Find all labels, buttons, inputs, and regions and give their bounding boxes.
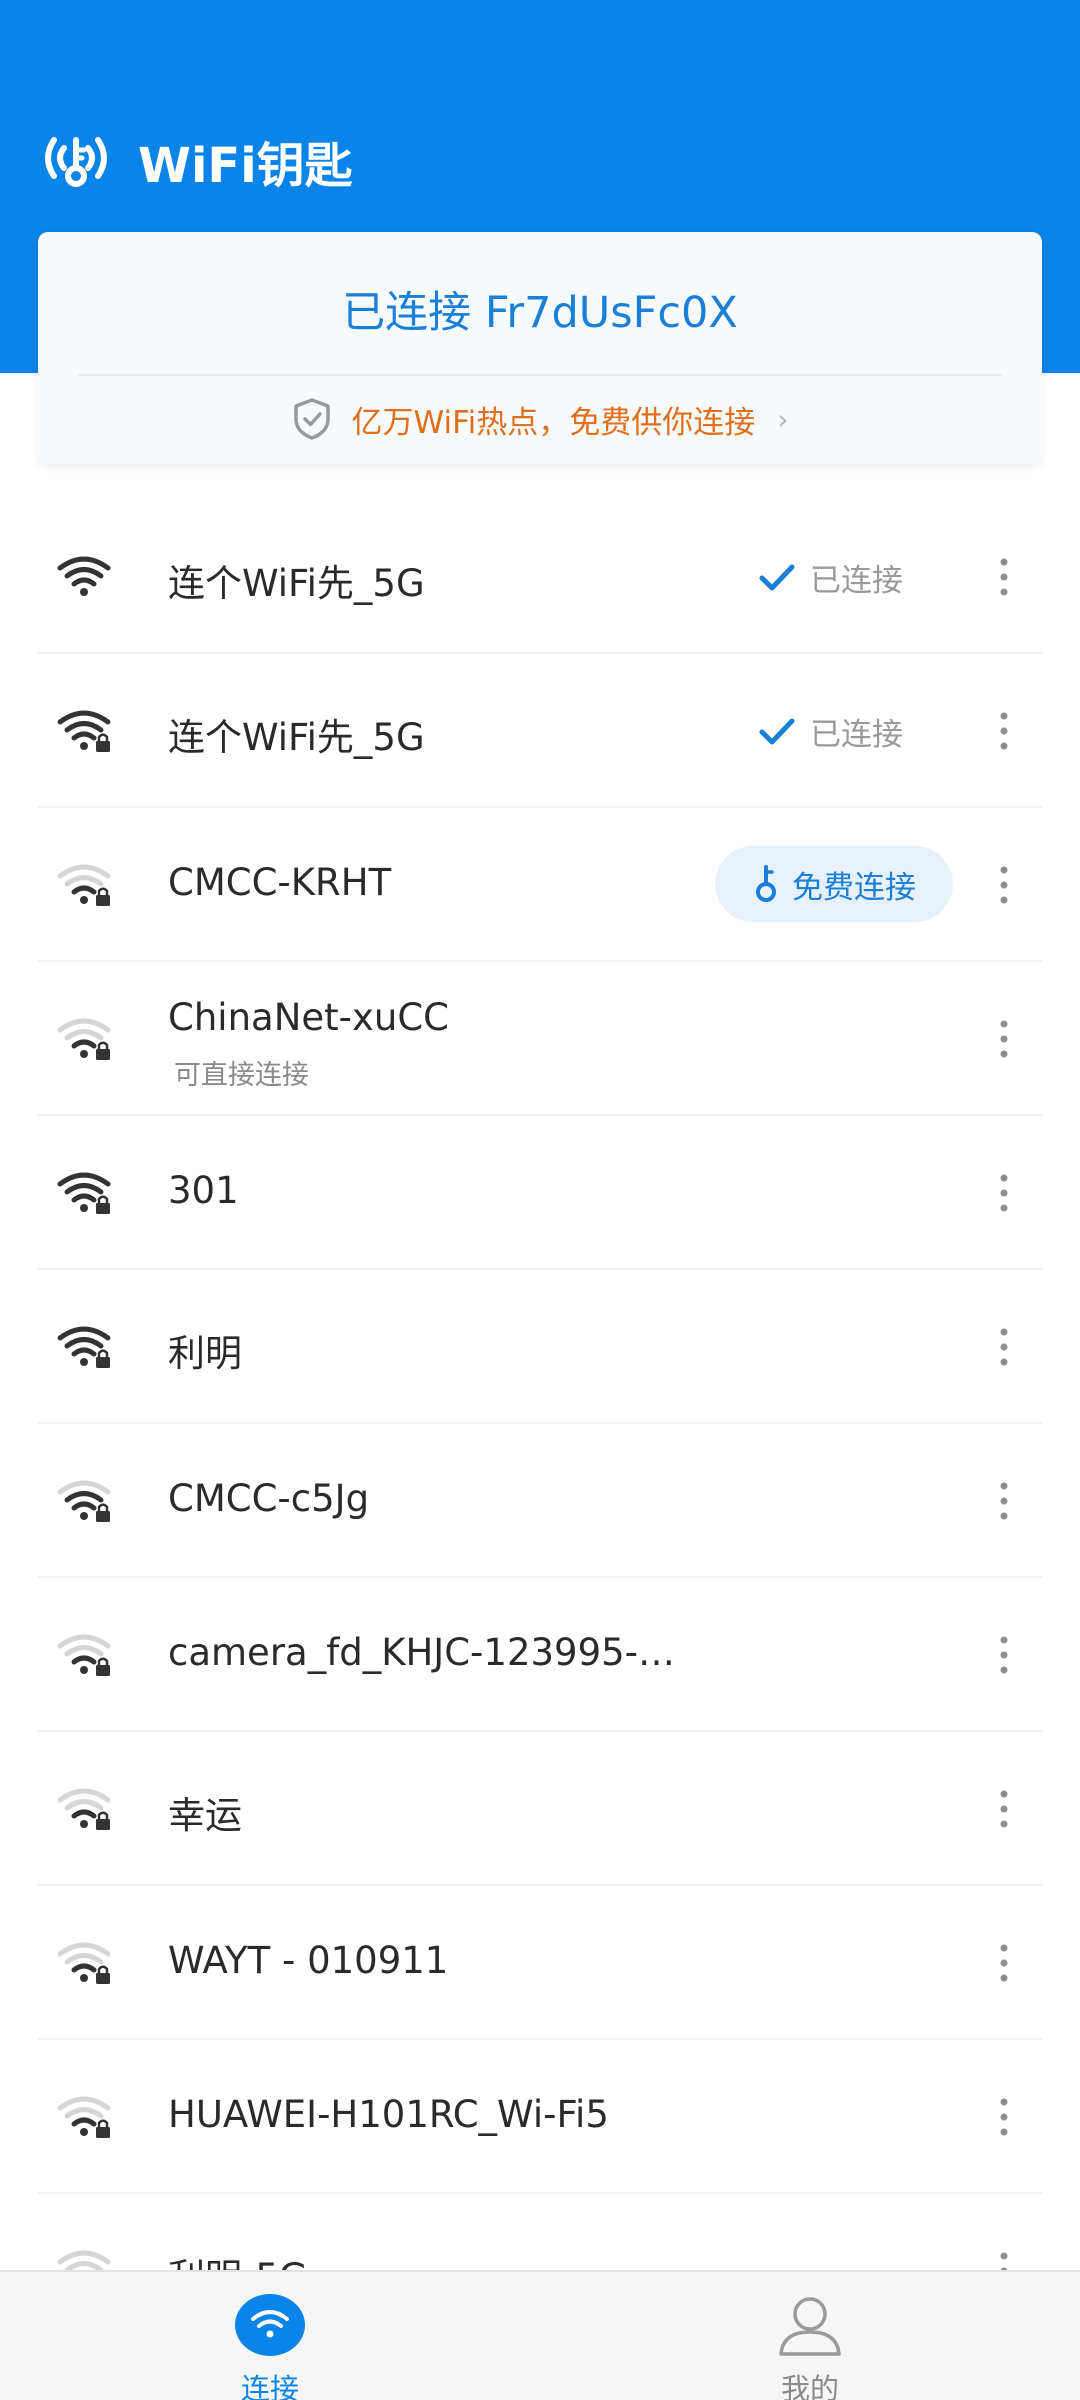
- wifi-list-item[interactable]: 连个WiFi先_5G 已连接: [38, 654, 1042, 808]
- chevron-right-icon: ›: [777, 402, 789, 436]
- wifi-list-item[interactable]: 利明-5G: [38, 2194, 1042, 2270]
- wifi-ssid: ChinaNet-xuCC: [168, 996, 450, 1039]
- wifi-subtext: 可直接连接: [174, 1060, 309, 1091]
- more-options-icon[interactable]: [994, 2250, 1014, 2270]
- more-options-icon[interactable]: [994, 556, 1014, 598]
- tab-connect-label: 连接: [240, 2372, 299, 2400]
- tab-mine-label: 我的: [780, 2372, 839, 2400]
- wifi-signal-icon: [57, 2096, 111, 2138]
- more-options-icon[interactable]: [994, 1942, 1014, 1984]
- connection-status-card[interactable]: 已连接 Fr7dUsFc0X 亿万WiFi热点，免费供你连接 ›: [38, 232, 1042, 464]
- connected-label: 已连接: [810, 563, 903, 599]
- more-options-icon[interactable]: [994, 2096, 1014, 2138]
- wifi-list-item[interactable]: 连个WiFi先_5G 已连接: [38, 500, 1042, 654]
- free-connect-button[interactable]: 免费连接: [715, 846, 953, 922]
- connected-status: 已连接: [758, 709, 903, 754]
- checkmark-icon: [759, 564, 795, 590]
- key-icon: [756, 865, 776, 902]
- wifi-list-item[interactable]: 幸运: [38, 1732, 1042, 1886]
- wifi-list-item[interactable]: CMCC-c5Jg: [38, 1424, 1042, 1578]
- wifi-signal-icon: [57, 1018, 111, 1060]
- wifi-ssid: 301: [168, 1169, 239, 1212]
- wifi-list-item[interactable]: WAYT - 010911: [38, 1886, 1042, 2040]
- shield-check-icon: [293, 398, 330, 440]
- wifi-signal-icon: [57, 2250, 111, 2270]
- promo-text: 亿万WiFi热点，免费供你连接: [351, 404, 756, 441]
- wifi-ssid: camera_fd_KHJC-123995-…: [168, 1631, 675, 1674]
- connected-status: 已连接: [758, 555, 903, 600]
- wifi-signal-icon: [57, 710, 111, 752]
- user-icon: [779, 2297, 841, 2356]
- wifi-list-item[interactable]: CMCC-KRHT 免费连接: [38, 808, 1042, 962]
- wifi-signal-icon: [57, 1326, 111, 1368]
- more-options-icon[interactable]: [994, 864, 1014, 906]
- wifi-signal-icon: [57, 1788, 111, 1830]
- checkmark-icon: [759, 718, 795, 744]
- wifi-list: 连个WiFi先_5G 已连接 连个WiFi先_5G 已连接 CMCC-KRHT 免费连接 C…: [38, 500, 1042, 2270]
- wifi-ssid: 幸运: [168, 1794, 242, 1837]
- wifi-ssid: 连个WiFi先_5G: [168, 562, 425, 605]
- wifi-list-item[interactable]: ChinaNet-xuCC 可直接连接: [38, 962, 1042, 1116]
- wifi-ssid: HUAWEI-H101RC_Wi-Fi5: [168, 2093, 609, 2136]
- tab-mine[interactable]: 我的: [540, 2272, 1080, 2400]
- wifi-list-item[interactable]: 301: [38, 1116, 1042, 1270]
- app-title: WiFi钥匙: [138, 138, 353, 194]
- wifi-icon: [235, 2294, 305, 2356]
- wifi-ssid: 利明: [168, 1332, 242, 1375]
- wifi-signal-icon: [57, 1942, 111, 1984]
- more-options-icon[interactable]: [994, 1018, 1014, 1060]
- tab-connect[interactable]: 连接: [0, 2272, 540, 2400]
- connected-network-label: 已连接 Fr7dUsFc0X: [342, 288, 738, 338]
- wifi-signal-icon: [57, 1172, 111, 1214]
- wifi-ssid: CMCC-KRHT: [168, 861, 392, 904]
- wifi-signal-icon: [57, 864, 111, 906]
- free-connect-label: 免费连接: [792, 869, 916, 906]
- wifi-signal-icon: [57, 1480, 111, 1522]
- wifi-ssid: CMCC-c5Jg: [168, 1477, 370, 1520]
- more-options-icon[interactable]: [994, 1788, 1014, 1830]
- wifi-ssid: WAYT - 010911: [168, 1939, 449, 1982]
- more-options-icon[interactable]: [994, 710, 1014, 752]
- wifi-list-item[interactable]: camera_fd_KHJC-123995-…: [38, 1578, 1042, 1732]
- wifi-list-item[interactable]: 利明: [38, 1270, 1042, 1424]
- more-options-icon[interactable]: [994, 1172, 1014, 1214]
- wifi-signal-icon: [57, 556, 111, 596]
- wifi-ssid: 利明-5G: [168, 2247, 308, 2270]
- more-options-icon[interactable]: [994, 1480, 1014, 1522]
- more-options-icon[interactable]: [994, 1634, 1014, 1676]
- more-options-icon[interactable]: [994, 1326, 1014, 1368]
- bottom-tab-bar: 连接 我的: [0, 2270, 1080, 2400]
- app-logo-icon: [45, 137, 107, 187]
- promo-banner[interactable]: 亿万WiFi热点，免费供你连接 ›: [38, 374, 1042, 464]
- wifi-signal-icon: [57, 1634, 111, 1676]
- wifi-ssid: 连个WiFi先_5G: [168, 716, 425, 759]
- connected-label: 已连接: [810, 717, 903, 753]
- app-bar: WiFi钥匙: [40, 128, 353, 194]
- wifi-list-item[interactable]: HUAWEI-H101RC_Wi-Fi5: [38, 2040, 1042, 2194]
